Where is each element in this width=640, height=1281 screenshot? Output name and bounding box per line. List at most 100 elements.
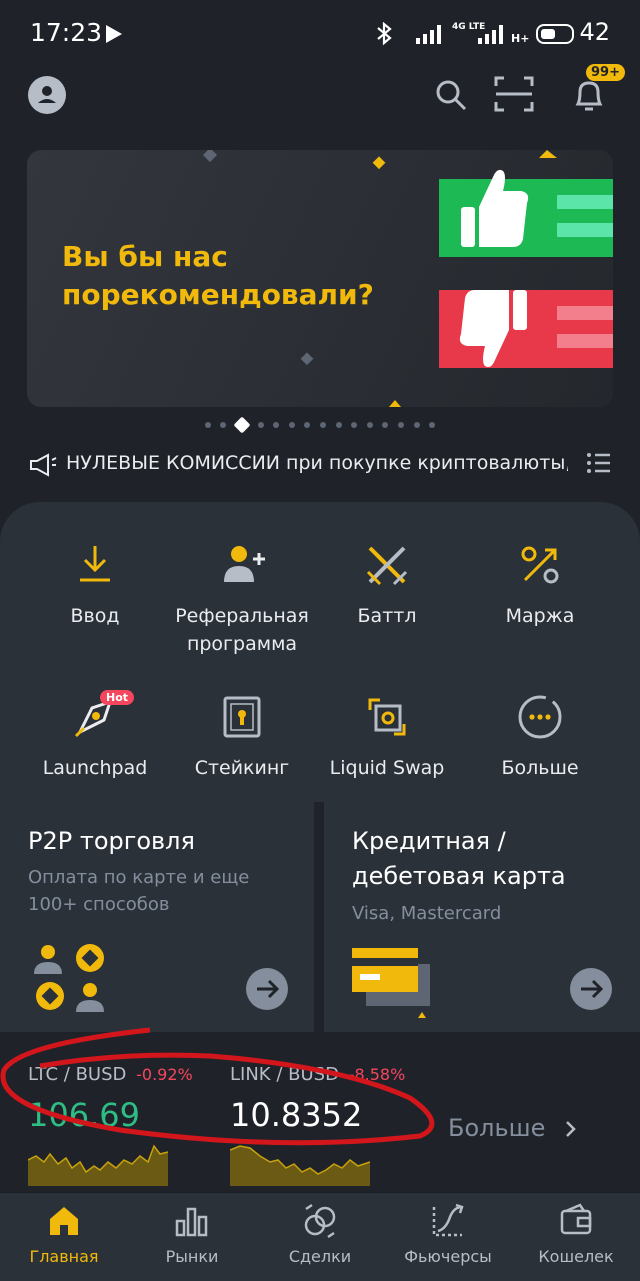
banner-line-2: порекомендовали? [62,278,374,311]
action-label: Баттл [357,605,417,627]
carousel-dot[interactable] [257,421,264,428]
carousel-dot[interactable] [429,421,436,428]
credit-title: Кредитная / дебетовая карта [352,827,566,890]
arrow-right-icon [257,979,280,999]
scan-icon[interactable] [494,76,534,112]
carousel-dot[interactable] [288,421,295,428]
action-label: Реферальная программа [175,605,309,655]
announcement-text: НУЛЕВЫЕ КОМИССИИ при покупке криптовалют… [66,452,568,474]
action-label: Стейкинг [194,757,290,779]
network-type-2: H+ [511,32,530,45]
carousel-dot[interactable] [366,421,373,428]
action-label: Ввод [70,605,120,627]
tab-label: Кошелек [538,1247,614,1266]
promo-banner[interactable]: Вы бы нас порекомендовали? [27,150,613,407]
arrow-right-icon [581,979,604,999]
carousel-dot[interactable] [335,421,342,428]
tickers-more-link[interactable]: Больше [448,1114,581,1142]
action-label: Больше [501,757,579,779]
action-referral[interactable]: Реферальная программа [167,542,317,658]
p2p-arrow-button[interactable] [246,968,288,1010]
percent-icon [521,546,559,584]
action-launchpad[interactable]: Hot Launchpad [20,690,170,782]
signal-icon-2 [478,25,503,44]
bar-chart-icon [175,1207,208,1237]
card-illustration [352,948,430,1018]
more-icon [518,695,562,739]
credit-subtitle: Visa, Mastercard [352,903,502,924]
tab-wallet[interactable]: Кошелек [512,1201,640,1266]
carousel-dot[interactable] [273,421,280,428]
banner-headline: Вы бы нас порекомендовали? [62,238,422,314]
status-bar: 17:23 4G LTE H+ 42 [0,0,640,66]
list-icon[interactable] [586,450,612,476]
action-label: Liquid Swap [329,757,445,779]
announcement-bar[interactable]: НУЛЕВЫЕ КОМИССИИ при покупке криптовалют… [28,448,568,480]
safe-icon [223,696,261,738]
tab-label: Фьючерсы [404,1247,492,1266]
credit-arrow-button[interactable] [570,968,612,1010]
p2p-illustration [34,944,104,1012]
trade-icon [304,1203,336,1239]
swords-icon [366,546,408,586]
action-deposit[interactable]: Ввод [20,542,170,630]
banner-line-1: Вы бы нас [62,240,228,273]
hot-badge: Hot [100,690,135,705]
tab-label: Главная [29,1247,99,1266]
action-more[interactable]: Больше [465,694,615,782]
battery-level: 42 [579,18,610,46]
bottom-nav: Главная Рынки Сделки Фьючерсы Кошелек [0,1192,640,1281]
bar-1 [557,195,613,209]
carousel-dot[interactable] [220,421,227,428]
action-liquid-swap[interactable]: Liquid Swap [312,694,462,782]
p2p-title: P2P торговля [28,827,195,855]
thumbs-up-card [439,169,613,257]
user-icon [38,86,56,103]
action-battle[interactable]: Баттл [312,542,462,630]
signal-icon [416,25,441,44]
swap-icon [368,698,406,736]
carousel-dot[interactable] [351,421,358,428]
carousel-dot[interactable] [397,421,404,428]
carousel-dot[interactable] [382,421,389,428]
carousel-indicator[interactable] [0,414,640,433]
tab-home[interactable]: Главная [0,1201,128,1266]
tab-futures[interactable]: Фьючерсы [384,1201,512,1266]
megaphone-icon [30,453,57,477]
action-margin[interactable]: Маржа [465,542,615,630]
carousel-dot[interactable] [204,421,211,428]
p2p-card[interactable]: P2P торговля Оплата по карте и еще 100+ … [0,802,314,1032]
tickers-more-label: Больше [448,1114,546,1142]
tab-markets[interactable]: Рынки [128,1201,256,1266]
wallet-icon [560,1203,592,1235]
notifications-button[interactable]: 99+ [570,64,625,114]
tab-trades[interactable]: Сделки [256,1201,384,1266]
action-label: Маржа [505,605,575,627]
red-annotation-ellipse [0,1027,435,1146]
thumbs-up-icon [461,169,529,247]
search-icon[interactable] [434,78,468,112]
thumbs-down-icon [459,290,527,368]
play-icon [106,25,122,43]
carousel-dot-active[interactable] [233,416,251,433]
profile-avatar[interactable] [28,76,66,114]
action-staking[interactable]: Стейкинг [167,694,317,782]
bluetooth-icon [377,22,392,46]
quick-actions-panel: Ввод Реферальная программа Баттл Маржа H… [0,502,640,802]
thumbs-down-card [439,290,613,368]
carousel-dot[interactable] [413,421,420,428]
action-label: Launchpad [42,757,148,779]
tab-label: Рынки [165,1247,219,1266]
tickers-section: LTC / BUSD -0.92% 106.69 LINK / BUSD -8.… [0,1027,640,1192]
bar-4 [557,334,613,348]
carousel-dot[interactable] [304,421,311,428]
download-icon [80,546,110,582]
credit-card-card[interactable]: Кредитная / дебетовая карта Visa, Master… [324,802,640,1032]
add-user-icon [224,546,265,582]
home-icon [50,1207,78,1235]
carousel-dot[interactable] [320,421,326,428]
chevron-right-icon [566,1121,576,1137]
futures-icon [432,1203,464,1237]
battery-icon [536,24,574,44]
bar-2 [557,223,613,237]
